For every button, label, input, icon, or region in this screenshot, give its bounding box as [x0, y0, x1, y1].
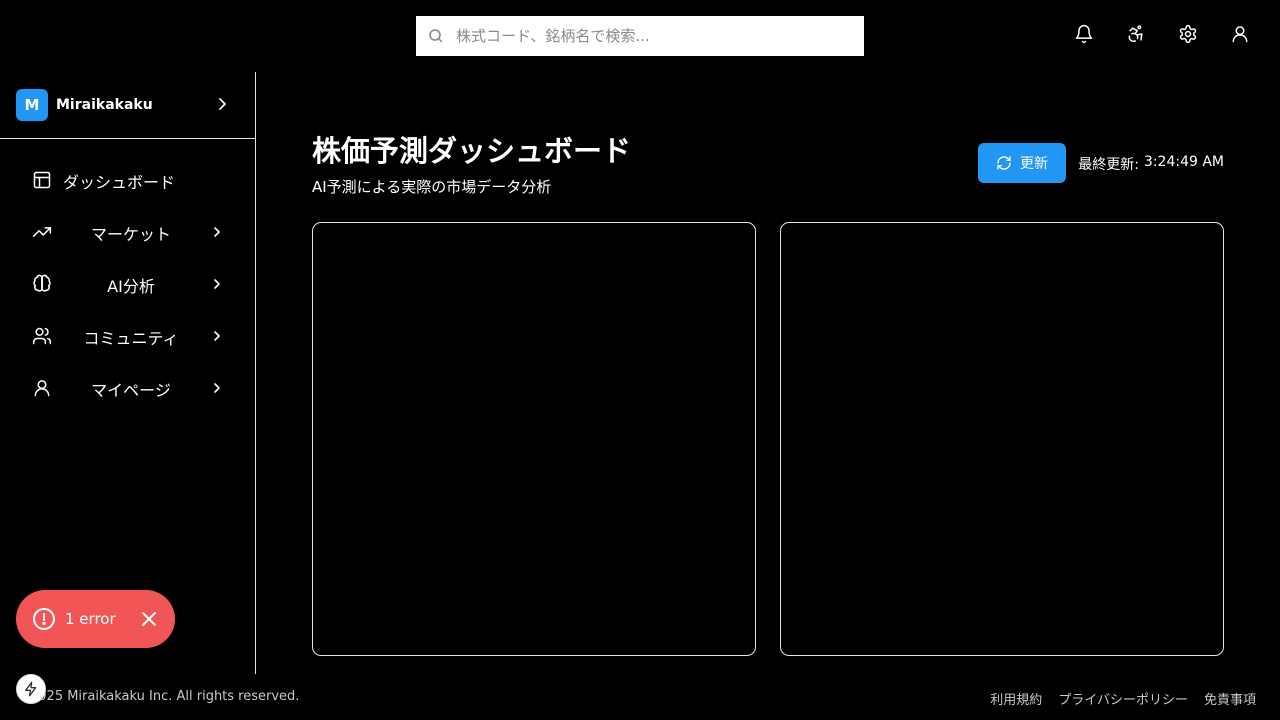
user-icon [32, 378, 52, 398]
lightning-icon [23, 681, 39, 697]
refresh-button[interactable]: 更新 [978, 143, 1066, 183]
bell-icon[interactable] [1074, 22, 1094, 46]
trending-up-icon [32, 222, 52, 242]
chevron-right-icon [217, 97, 227, 111]
sidebar-item-community[interactable]: コミュニティ [0, 310, 255, 362]
users-icon [32, 326, 52, 346]
page-title: 株価予測ダッシュボード [312, 134, 632, 168]
brain-icon [32, 274, 52, 294]
dashboard-panel-left [312, 222, 756, 656]
sidebar-item-label: ダッシュボード [63, 173, 176, 192]
close-icon[interactable] [141, 611, 157, 627]
refresh-icon [996, 155, 1012, 171]
sidebar-item-label: マイページ [91, 381, 171, 400]
last-updated: 最終更新: 3:24:49 AM [1078, 154, 1224, 174]
sidebar-item-mypage[interactable]: マイページ [0, 362, 255, 414]
last-updated-label: 最終更新: [1078, 157, 1139, 173]
sidebar-item-label: マーケット [90, 225, 171, 244]
sidebar-item-dashboard[interactable]: ダッシュボード [0, 154, 255, 206]
disclaimer-link[interactable]: 免責事項 [1204, 689, 1256, 708]
refresh-label: 更新 [1020, 156, 1048, 172]
gear-icon[interactable] [1178, 22, 1198, 46]
sidebar: M Miraikakaku ダッシュボード マーケット AI分析 コミュニティ … [0, 72, 256, 674]
search-icon [428, 28, 444, 44]
header-actions [1074, 22, 1250, 46]
sidebar-item-label: コミュニティ [83, 329, 179, 348]
terms-link[interactable]: 利用規約 [990, 689, 1042, 708]
accessibility-icon[interactable] [1126, 22, 1146, 46]
sidebar-nav: ダッシュボード マーケット AI分析 コミュニティ マイページ [0, 139, 255, 414]
footer-links: 利用規約 プライバシーポリシー 免責事項 [990, 689, 1256, 708]
sidebar-item-label: AI分析 [107, 277, 155, 296]
org-logo: M [16, 89, 48, 121]
user-icon[interactable] [1230, 22, 1250, 46]
dev-tools-button[interactable] [16, 674, 46, 704]
dashboard-panel-right [780, 222, 1224, 656]
chevron-right-icon [213, 278, 221, 290]
copyright-text: 2025 Miraikakaku Inc. All rights reserve… [30, 689, 300, 704]
chevron-right-icon [213, 226, 221, 238]
last-updated-time: 3:24:49 AM [1143, 154, 1224, 170]
top-bar [0, 0, 1280, 72]
dashboard-icon [32, 170, 52, 190]
error-count-text: 1 error [65, 610, 116, 628]
org-name: Miraikakaku [56, 97, 153, 113]
chevron-right-icon [213, 330, 221, 342]
sidebar-item-market[interactable]: マーケット [0, 206, 255, 258]
sidebar-item-ai-analysis[interactable]: AI分析 [0, 258, 255, 310]
page-subtitle: AI予測による実際の市場データ分析 [312, 178, 552, 196]
org-switcher[interactable]: M Miraikakaku [0, 72, 255, 139]
search-input[interactable] [456, 27, 864, 45]
chevron-right-icon [213, 382, 221, 394]
search-box[interactable] [416, 16, 864, 56]
error-toast[interactable]: 1 error [16, 590, 175, 648]
alert-circle-icon [32, 607, 56, 631]
privacy-policy-link[interactable]: プライバシーポリシー [1058, 689, 1188, 708]
